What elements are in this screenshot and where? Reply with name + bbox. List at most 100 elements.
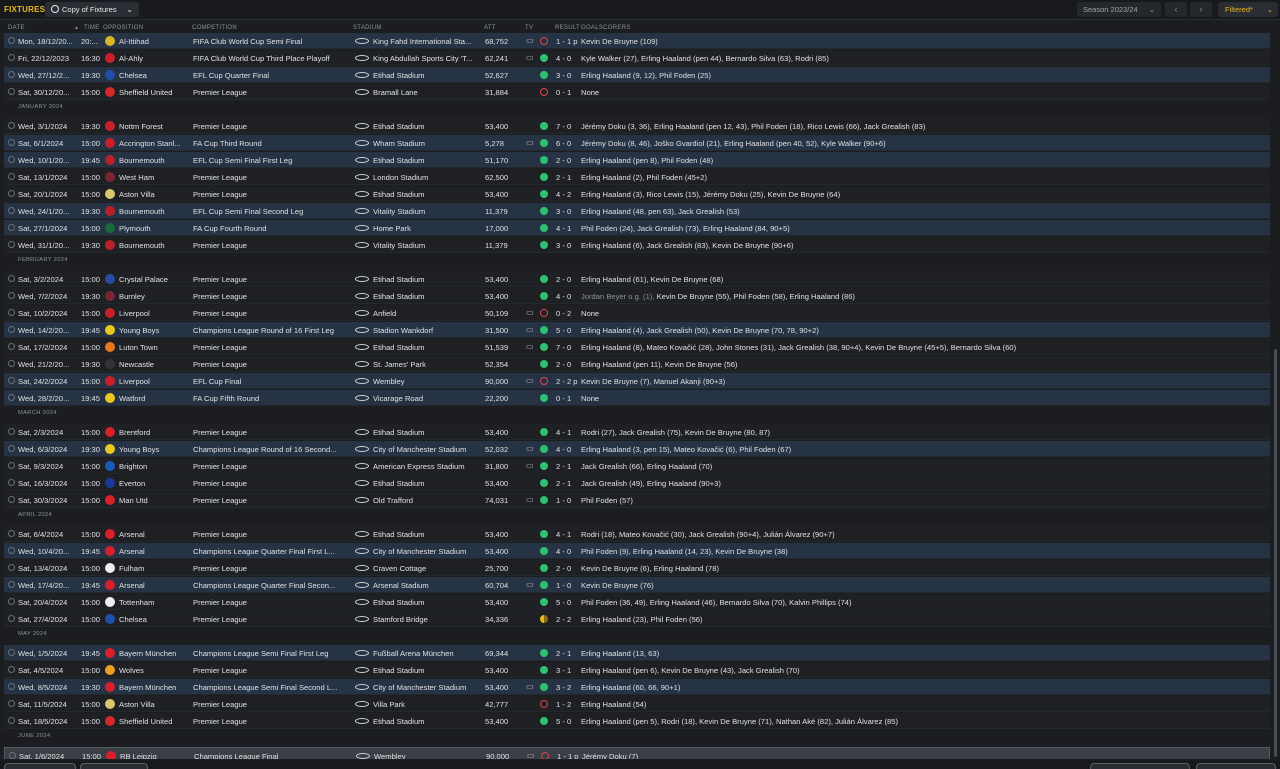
- fixture-competition[interactable]: Champions League Final: [194, 752, 352, 759]
- fixture-row[interactable]: Wed, 10/1/20... 19:45 Bournemouth EFL Cup S…: [4, 152, 1270, 168]
- fixture-row[interactable]: Mon, 18/12/20... 20:... Al-Ittihad FIFA Clu…: [4, 33, 1270, 49]
- row-select-radio[interactable]: [8, 343, 15, 350]
- row-select-radio[interactable]: [8, 224, 15, 231]
- fixture-stadium[interactable]: Vicarage Road: [373, 394, 481, 403]
- row-select-radio[interactable]: [8, 122, 15, 129]
- fixture-competition[interactable]: Premier League: [193, 343, 351, 352]
- fixture-competition[interactable]: Premier League: [193, 428, 351, 437]
- fixture-competition[interactable]: Champions League Semi Final First Leg: [193, 649, 351, 658]
- fixture-competition[interactable]: Premier League: [193, 530, 351, 539]
- row-select-radio[interactable]: [8, 207, 15, 214]
- fixture-opposition[interactable]: Brighton: [119, 462, 191, 471]
- fixture-opposition[interactable]: RB Leipzig: [120, 752, 192, 759]
- fixture-row[interactable]: Fri, 22/12/2023 16:30 Al-Ahly FIFA Club Wor…: [4, 50, 1270, 66]
- fixture-row[interactable]: Sat, 17/2/2024 15:00 Luton Town Premier Lea…: [4, 339, 1270, 355]
- fixture-opposition[interactable]: Chelsea: [119, 615, 191, 624]
- fixture-opposition[interactable]: Nottm Forest: [119, 122, 191, 131]
- fixture-opposition[interactable]: Young Boys: [119, 445, 191, 454]
- fixture-score[interactable]: 3 - 0: [556, 241, 582, 250]
- column-goalscorers[interactable]: GOALSCORERS: [581, 25, 631, 31]
- fixture-opposition[interactable]: Al-Ahly: [119, 54, 191, 63]
- fixture-stadium[interactable]: Etihad Stadium: [373, 122, 481, 131]
- fixture-stadium[interactable]: St. James' Park: [373, 360, 481, 369]
- fixture-competition[interactable]: Premier League: [193, 479, 351, 488]
- fixture-opposition[interactable]: Aston Villa: [119, 700, 191, 709]
- fixture-stadium[interactable]: Home Park: [373, 224, 481, 233]
- fixture-competition[interactable]: Premier League: [193, 275, 351, 284]
- fixture-score[interactable]: 4 - 0: [556, 547, 582, 556]
- fixture-stadium[interactable]: Fußball Arena München: [373, 649, 481, 658]
- fixture-opposition[interactable]: Brentford: [119, 428, 191, 437]
- fixture-score[interactable]: 5 - 0: [556, 598, 582, 607]
- fixture-score[interactable]: 2 - 2 p: [556, 377, 582, 386]
- fixture-opposition[interactable]: Al-Ittihad: [119, 37, 191, 46]
- fixture-score[interactable]: 2 - 2: [556, 615, 582, 624]
- fixture-row[interactable]: Wed, 28/2/20... 19:45 Watford FA Cup Fifth …: [4, 390, 1270, 406]
- bottom-button-2[interactable]: [80, 763, 148, 769]
- fixture-row[interactable]: Sat, 16/3/2024 15:00 Everton Premier League…: [4, 475, 1270, 491]
- row-select-radio[interactable]: [8, 462, 15, 469]
- scrollbar[interactable]: [1272, 33, 1280, 759]
- fixture-stadium[interactable]: City of Manchester Stadium: [373, 445, 481, 454]
- fixture-score[interactable]: 4 - 1: [556, 530, 582, 539]
- fixture-score[interactable]: 3 - 0: [556, 207, 582, 216]
- fixture-score[interactable]: 2 - 1: [556, 649, 582, 658]
- fixture-score[interactable]: 1 - 0: [556, 496, 582, 505]
- row-select-radio[interactable]: [8, 71, 15, 78]
- fixture-competition[interactable]: Premier League: [193, 309, 351, 318]
- fixture-row[interactable]: Sat, 20/1/2024 15:00 Aston Villa Premier Le…: [4, 186, 1270, 202]
- fixture-score[interactable]: 2 - 0: [556, 360, 582, 369]
- bottom-button-4[interactable]: [1196, 763, 1276, 769]
- row-select-radio[interactable]: [8, 54, 15, 61]
- row-select-radio[interactable]: [8, 581, 15, 588]
- fixture-stadium[interactable]: Etihad Stadium: [373, 479, 481, 488]
- row-select-radio[interactable]: [8, 564, 15, 571]
- row-select-radio[interactable]: [8, 547, 15, 554]
- view-dropdown[interactable]: Copy of Fixtures ⌄: [45, 2, 139, 17]
- fixture-opposition[interactable]: Bournemouth: [119, 207, 191, 216]
- fixture-opposition[interactable]: Young Boys: [119, 326, 191, 335]
- fixture-competition[interactable]: Premier League: [193, 717, 351, 726]
- fixture-row[interactable]: Wed, 31/1/20... 19:30 Bournemouth Premier L…: [4, 237, 1270, 253]
- fixture-score[interactable]: 7 - 0: [556, 343, 582, 352]
- fixture-stadium[interactable]: Stadion Wankdorf: [373, 326, 481, 335]
- bottom-button-1[interactable]: [4, 763, 76, 769]
- fixture-stadium[interactable]: Anfield: [373, 309, 481, 318]
- fixture-opposition[interactable]: Arsenal: [119, 547, 191, 556]
- fixture-competition[interactable]: Premier League: [193, 190, 351, 199]
- fixture-opposition[interactable]: Liverpool: [119, 309, 191, 318]
- fixture-score[interactable]: 2 - 0: [556, 275, 582, 284]
- fixture-score[interactable]: 4 - 2: [556, 190, 582, 199]
- row-select-radio[interactable]: [8, 445, 15, 452]
- column-opposition[interactable]: OPPOSITION: [103, 25, 143, 31]
- row-select-radio[interactable]: [8, 598, 15, 605]
- column-att[interactable]: ATT: [484, 25, 496, 31]
- row-select-radio[interactable]: [9, 752, 16, 759]
- fixture-score[interactable]: 4 - 1: [556, 224, 582, 233]
- fixture-stadium[interactable]: City of Manchester Stadium: [373, 683, 481, 692]
- fixture-competition[interactable]: FA Cup Fourth Round: [193, 224, 351, 233]
- fixture-row[interactable]: Sat, 20/4/2024 15:00 Tottenham Premier Leag…: [4, 594, 1270, 610]
- fixture-row[interactable]: Sat, 6/1/2024 15:00 Accrington Stanl... FA …: [4, 135, 1270, 151]
- fixture-score[interactable]: 6 - 0: [556, 139, 582, 148]
- fixture-competition[interactable]: EFL Cup Quarter Final: [193, 71, 351, 80]
- fixture-opposition[interactable]: Aston Villa: [119, 190, 191, 199]
- season-dropdown[interactable]: Season 2023/24 ⌄: [1077, 2, 1161, 17]
- fixture-stadium[interactable]: Etihad Stadium: [373, 156, 481, 165]
- fixture-opposition[interactable]: Bayern München: [119, 683, 191, 692]
- fixture-score[interactable]: 2 - 0: [556, 156, 582, 165]
- fixture-competition[interactable]: Premier League: [193, 496, 351, 505]
- fixture-row[interactable]: Wed, 21/2/20... 19:30 Newcastle Premier Lea…: [4, 356, 1270, 372]
- fixture-row[interactable]: Sat, 18/5/2024 15:00 Sheffield United Premi…: [4, 713, 1270, 729]
- fixture-opposition[interactable]: Everton: [119, 479, 191, 488]
- fixture-competition[interactable]: Premier League: [193, 564, 351, 573]
- fixture-opposition[interactable]: Fulham: [119, 564, 191, 573]
- row-select-radio[interactable]: [8, 530, 15, 537]
- column-date[interactable]: DATE: [8, 25, 25, 31]
- row-select-radio[interactable]: [8, 615, 15, 622]
- fixture-row[interactable]: Wed, 3/1/2024 19:30 Nottm Forest Premier Le…: [4, 118, 1270, 134]
- column-result[interactable]: RESULT: [555, 25, 580, 31]
- fixture-score[interactable]: 0 - 2: [556, 309, 582, 318]
- fixture-score[interactable]: 4 - 0: [556, 54, 582, 63]
- fixture-stadium[interactable]: Etihad Stadium: [373, 428, 481, 437]
